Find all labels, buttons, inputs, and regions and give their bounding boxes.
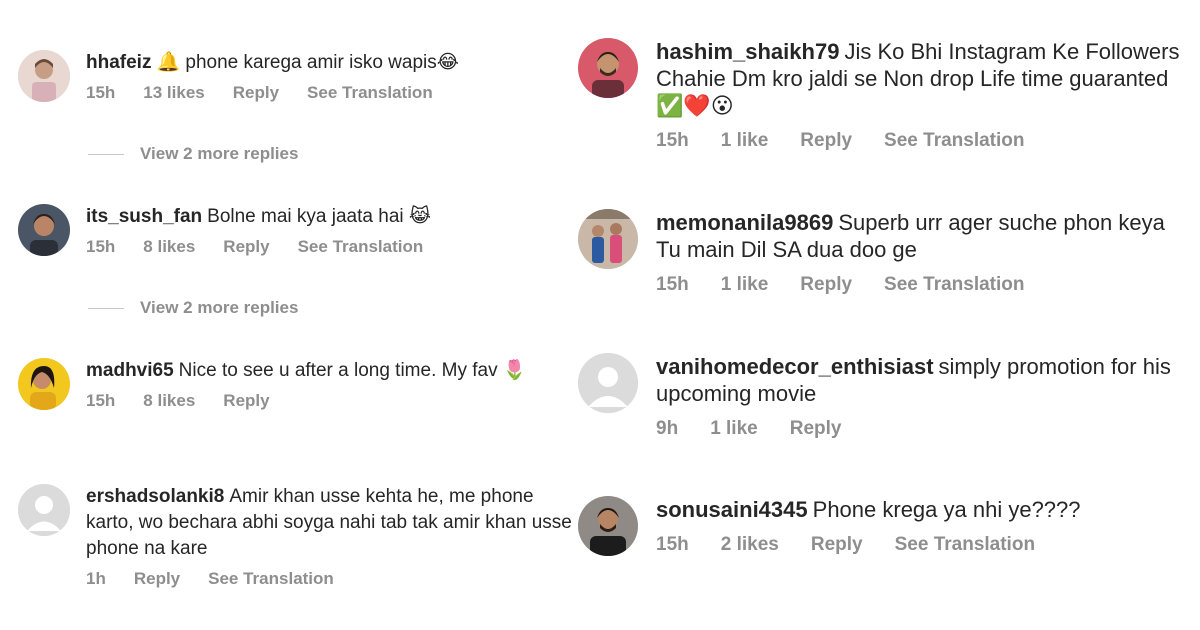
- avatar-photo-man: [578, 496, 638, 556]
- comment-likes[interactable]: 13 likes: [143, 83, 204, 103]
- avatar[interactable]: [18, 50, 70, 102]
- see-translation-button[interactable]: See Translation: [884, 130, 1024, 152]
- see-translation-button[interactable]: See Translation: [884, 274, 1024, 296]
- avatar[interactable]: [18, 358, 70, 410]
- comment-likes[interactable]: 8 likes: [143, 391, 195, 411]
- comment-username[interactable]: memonanila9869: [656, 210, 833, 235]
- comment-time[interactable]: 9h: [656, 418, 678, 440]
- avatar-photo-man: [18, 204, 70, 256]
- comment-item: hashim_shaikh79 Jis Ko Bhi Instagram Ke F…: [578, 38, 1190, 152]
- reply-button[interactable]: Reply: [223, 391, 269, 411]
- comment-username[interactable]: hhafeiz: [86, 52, 151, 73]
- comment-username[interactable]: sonusaini4345: [656, 497, 808, 522]
- avatar[interactable]: [18, 204, 70, 256]
- avatar[interactable]: [578, 38, 638, 98]
- comment-text: Phone krega ya nhi ye????: [812, 497, 1081, 522]
- reply-button[interactable]: Reply: [223, 237, 269, 257]
- view-more-replies-button[interactable]: View 2 more replies: [88, 144, 298, 164]
- comment-likes[interactable]: 1 like: [721, 130, 769, 152]
- avatar-photo-group: [578, 209, 638, 269]
- comment-time[interactable]: 15h: [656, 534, 689, 556]
- reply-button[interactable]: Reply: [233, 83, 279, 103]
- see-translation-button[interactable]: See Translation: [208, 569, 334, 589]
- reply-button[interactable]: Reply: [800, 274, 852, 296]
- comment-username[interactable]: hashim_shaikh79: [656, 39, 839, 64]
- avatar[interactable]: [578, 496, 638, 556]
- reply-button[interactable]: Reply: [790, 418, 842, 440]
- default-avatar-icon: [18, 484, 70, 536]
- avatar-photo-person: [18, 50, 70, 102]
- view-more-replies-button[interactable]: View 2 more replies: [88, 298, 298, 318]
- comment-text: Bolne mai kya jaata hai 😹: [207, 206, 432, 227]
- comment-item: its_sush_fan Bolne mai kya jaata hai 😹 15…: [18, 204, 578, 257]
- comment-time[interactable]: 15h: [656, 274, 689, 296]
- comment-item: sonusaini4345 Phone krega ya nhi ye???? 1…: [578, 496, 1190, 556]
- comment-text: 🔔 phone karega amir isko wapis😂: [156, 52, 459, 73]
- comment-username[interactable]: vanihomedecor_enthisiast: [656, 354, 934, 379]
- comment-time[interactable]: 1h: [86, 569, 106, 589]
- view-more-replies-label: View 2 more replies: [140, 298, 299, 317]
- reply-button[interactable]: Reply: [811, 534, 863, 556]
- comment-time[interactable]: 15h: [86, 237, 115, 257]
- comment-item: ershadsolanki8 Amir khan usse kehta he, m…: [18, 484, 578, 589]
- comment-text: Nice to see u after a long time. My fav …: [178, 360, 527, 381]
- see-translation-button[interactable]: See Translation: [895, 534, 1035, 556]
- comment-likes[interactable]: 8 likes: [143, 237, 195, 257]
- avatar[interactable]: [578, 353, 638, 413]
- comment-time[interactable]: 15h: [86, 391, 115, 411]
- comment-username[interactable]: ershadsolanki8: [86, 486, 224, 507]
- avatar-photo-woman: [18, 358, 70, 410]
- comment-likes[interactable]: 1 like: [710, 418, 758, 440]
- comment-username[interactable]: its_sush_fan: [86, 206, 202, 227]
- comment-likes[interactable]: 2 likes: [721, 534, 779, 556]
- comment-item: hhafeiz 🔔 phone karega amir isko wapis😂 1…: [18, 50, 578, 103]
- see-translation-button[interactable]: See Translation: [307, 83, 433, 103]
- comment-likes[interactable]: 1 like: [721, 274, 769, 296]
- view-more-replies-label: View 2 more replies: [140, 144, 299, 163]
- avatar[interactable]: [578, 209, 638, 269]
- default-avatar-icon: [578, 353, 638, 413]
- comment-item: memonanila9869 Superb urr ager suche phon…: [578, 209, 1190, 296]
- divider: [88, 153, 124, 155]
- see-translation-button[interactable]: See Translation: [298, 237, 424, 257]
- avatar[interactable]: [18, 484, 70, 536]
- comment-time[interactable]: 15h: [86, 83, 115, 103]
- comment-item: vanihomedecor_enthisiast simply promotion…: [578, 353, 1190, 440]
- comment-item: madhvi65 Nice to see u after a long time.…: [18, 358, 578, 411]
- comment-username[interactable]: madhvi65: [86, 360, 174, 381]
- comment-time[interactable]: 15h: [656, 130, 689, 152]
- reply-button[interactable]: Reply: [134, 569, 180, 589]
- reply-button[interactable]: Reply: [800, 130, 852, 152]
- divider: [88, 307, 124, 309]
- avatar-photo-man: [578, 38, 638, 98]
